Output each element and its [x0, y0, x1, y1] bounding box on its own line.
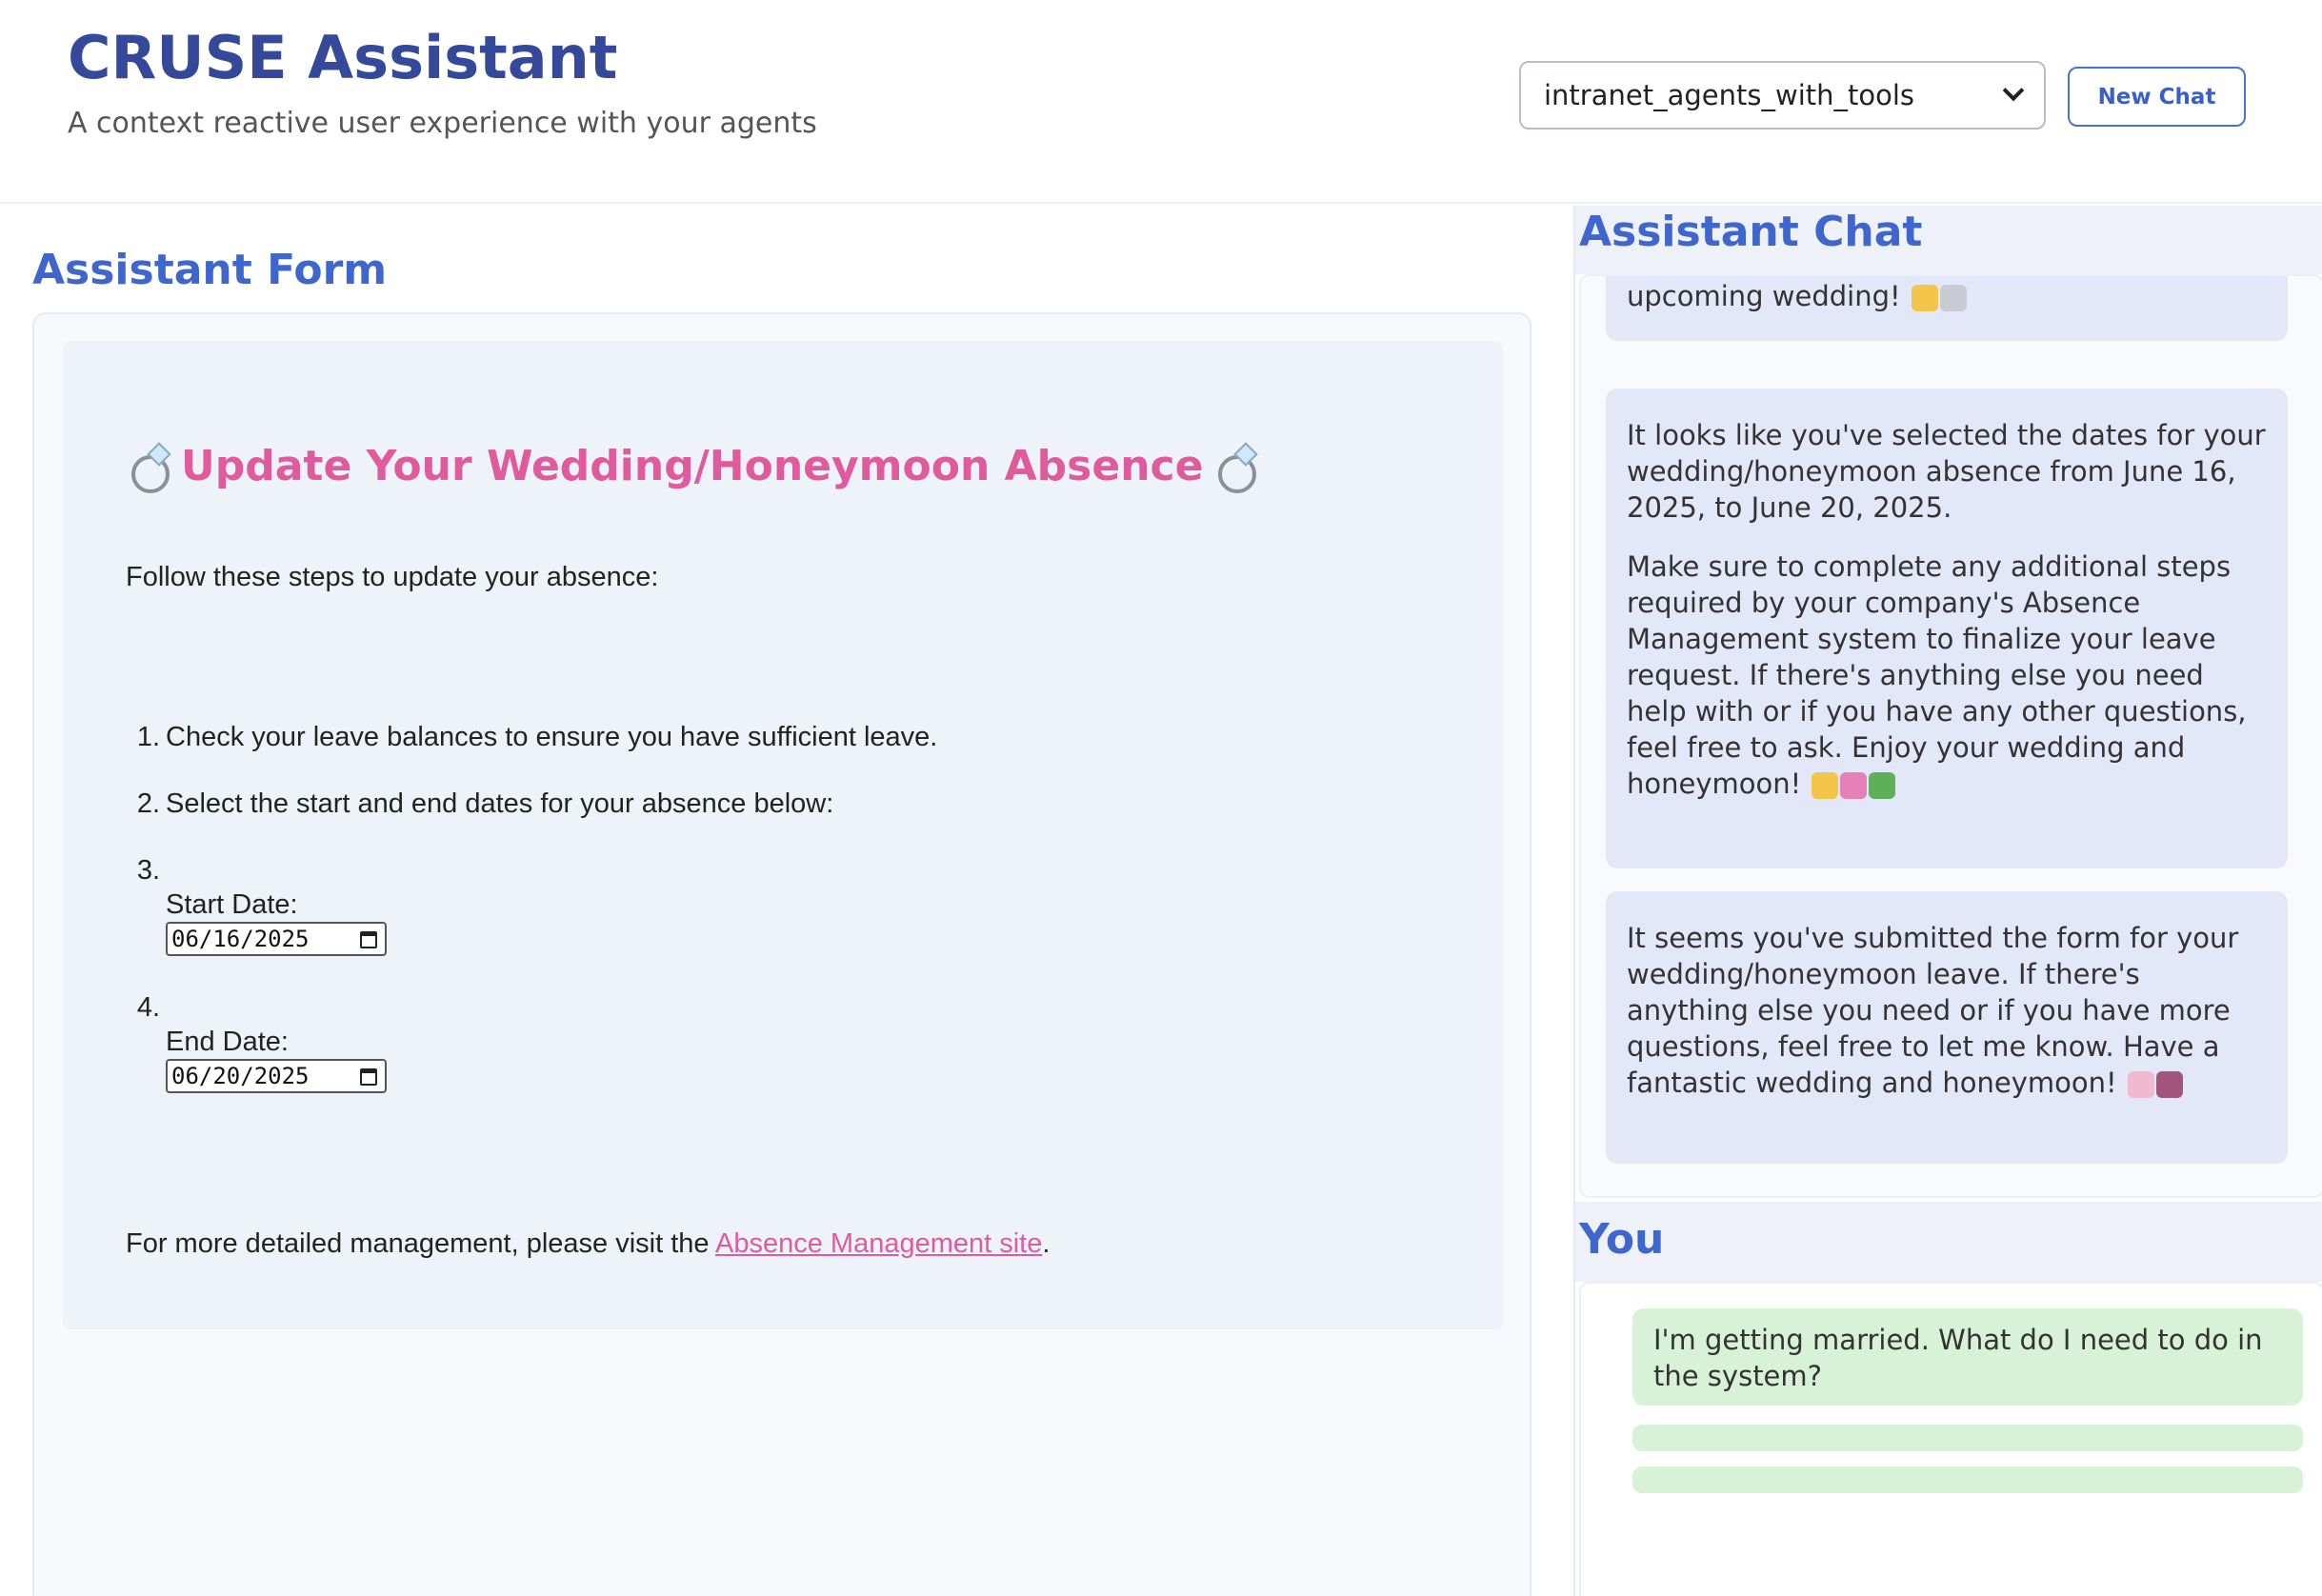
party-popper-icon — [1911, 285, 1938, 311]
app-title: CRUSE Assistant — [68, 23, 618, 92]
start-date-label: Start Date: — [166, 889, 298, 920]
app-subtitle: A context reactive user experience with … — [68, 107, 817, 140]
more-info-suffix: . — [1042, 1228, 1051, 1259]
you-title-bar: You — [1575, 1202, 2322, 1282]
message-text: Make sure to complete any additional ste… — [1627, 550, 2247, 800]
agent-select-value: intranet_agents_with_tools — [1544, 79, 1915, 111]
calendar-icon[interactable] — [360, 1068, 377, 1086]
form-body: Update Your Wedding/Honeymoon Absence Fo… — [63, 341, 1503, 1329]
form-heading-text: Update Your Wedding/Honeymoon Absence — [181, 442, 1204, 490]
user-message: I'm getting married. What do I need to d… — [1632, 1308, 2303, 1406]
assistant-form-panel: Assistant Form Update Your Wedding/Honey… — [0, 206, 1562, 1596]
assistant-message: It seems you've submitted the form for y… — [1606, 891, 2288, 1164]
app-header: CRUSE Assistant A context reactive user … — [0, 0, 2322, 204]
end-date-value: 06/20/2025 — [171, 1063, 310, 1089]
more-info-text: For more detailed management, please vis… — [126, 1228, 1050, 1260]
assistant-message: upcoming wedding! — [1606, 276, 2288, 341]
form-heading: Update Your Wedding/Honeymoon Absence — [128, 442, 1257, 493]
assistant-form-title: Assistant Form — [32, 246, 388, 294]
form-intro: Follow these steps to update your absenc… — [126, 562, 659, 592]
step-number: 1. — [136, 722, 160, 752]
message-text: upcoming wedding! — [1627, 280, 1901, 312]
ring-icon — [1939, 285, 1967, 311]
agent-select[interactable]: intranet_agents_with_tools — [1519, 61, 2046, 130]
party-popper-icon — [1812, 772, 1839, 799]
chevron-down-icon — [2002, 79, 2025, 102]
list-item: 2. Select the start and end dates for yo… — [137, 788, 834, 820]
message-text: It looks like you've selected the dates … — [1627, 419, 2266, 524]
loading-placeholder — [1632, 1425, 2303, 1451]
palm-tree-icon — [1869, 772, 1896, 799]
gift-icon — [2127, 1071, 2154, 1098]
list-item: 1. Check your leave balances to ensure y… — [137, 722, 938, 753]
couple-icon — [1840, 772, 1868, 799]
ring-icon — [1214, 446, 1257, 493]
start-date-input[interactable]: 06/16/2025 — [166, 922, 387, 956]
step-text: Select the start and end dates for your … — [166, 788, 834, 819]
chat-messages[interactable]: upcoming wedding! It looks like you've s… — [1579, 274, 2322, 1198]
you-title: You — [1579, 1215, 1665, 1264]
end-date-input[interactable]: 06/20/2025 — [166, 1059, 387, 1093]
calendar-icon[interactable] — [360, 931, 377, 948]
absence-management-link[interactable]: Absence Management site — [715, 1228, 1042, 1259]
chat-title-bar: Assistant Chat — [1575, 206, 2322, 274]
end-date-label: End Date: — [166, 1027, 289, 1057]
chat-panel: Assistant Chat upcoming wedding! It look… — [1573, 206, 2322, 1596]
ring-icon — [128, 446, 170, 493]
start-date-value: 06/16/2025 — [171, 926, 310, 952]
assistant-chat-title: Assistant Chat — [1579, 208, 1923, 256]
user-messages[interactable]: I'm getting married. What do I need to d… — [1579, 1282, 2322, 1596]
step-number: 2. — [136, 788, 160, 819]
step-number: 4. — [136, 992, 160, 1023]
loading-placeholder — [1632, 1466, 2303, 1493]
more-info-prefix: For more detailed management, please vis… — [126, 1228, 715, 1259]
new-chat-button[interactable]: New Chat — [2068, 67, 2246, 127]
form-card: Update Your Wedding/Honeymoon Absence Fo… — [32, 312, 1531, 1596]
bouquet-icon — [2155, 1071, 2183, 1098]
step-text: Check your leave balances to ensure you … — [166, 722, 938, 752]
assistant-message: It looks like you've selected the dates … — [1606, 389, 2288, 868]
step-number: 3. — [136, 855, 160, 886]
